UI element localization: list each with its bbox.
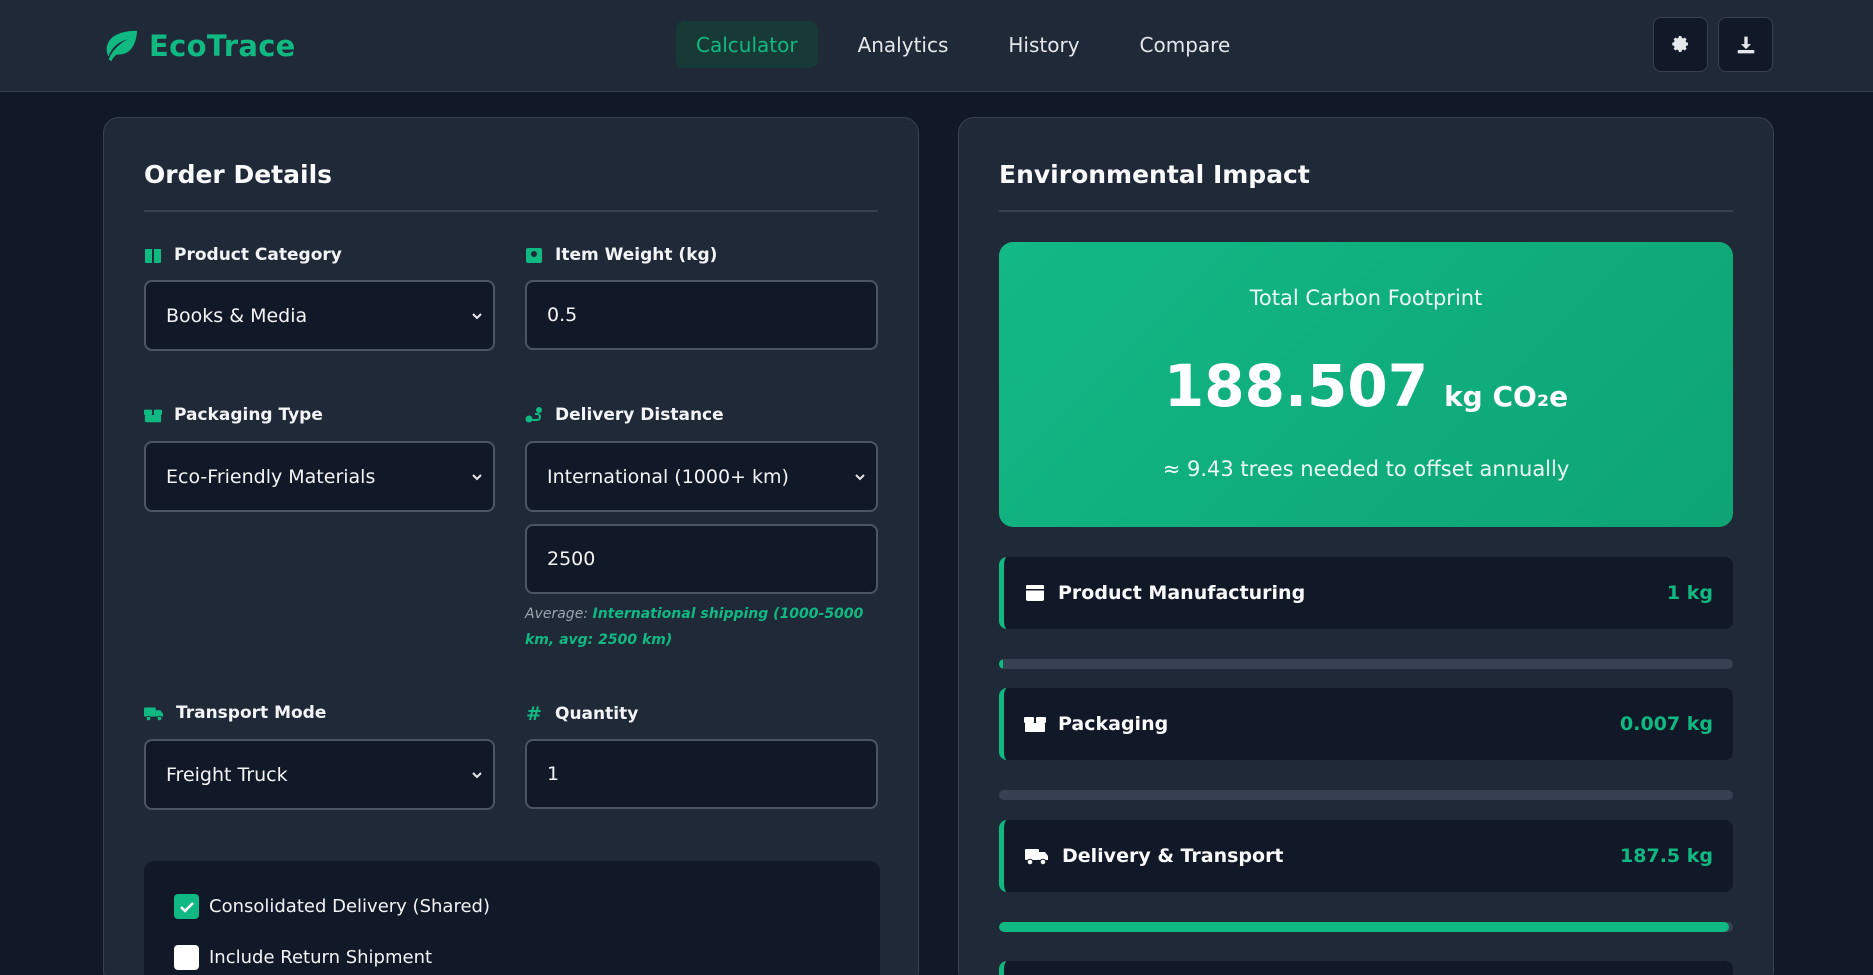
trees-offset-text: ≈ 9.43 trees needed to offset annually [1162,457,1570,481]
gift-icon [145,249,161,263]
gear-icon [1671,35,1688,52]
product-category-select[interactable]: Books & Media [144,280,495,351]
transport-progress-fill [999,922,1730,932]
settings-button[interactable] [1653,17,1708,72]
total-footprint-unit: kg CO₂e [1444,380,1569,413]
download-icon [1737,36,1754,53]
boxes-icon [144,409,162,423]
tab-analytics[interactable]: Analytics [838,21,969,68]
manufacturing-progress [999,659,1733,669]
route-icon [525,407,542,423]
breakdown-value: 187.5 kg [1620,845,1713,867]
weight-icon [526,248,542,263]
divider [144,210,878,212]
breakdown-label: Product Manufacturing [1058,582,1306,604]
main-nav: Calculator Analytics History Compare [676,21,1250,68]
manufacturing-progress-fill [999,659,1003,669]
delivery-options: Consolidated Delivery (Shared) Include R… [144,861,880,975]
option-label: Include Return Shipment [209,947,433,968]
boxes-icon [1024,717,1046,732]
chevron-down-icon [855,474,865,481]
check-icon [179,901,194,913]
truck-icon [1025,849,1048,866]
total-footprint-row: 188.507 kg CO₂e [999,352,1733,420]
quantity-input[interactable]: 1 [525,739,878,809]
leaf-icon [106,30,138,62]
packaging-progress [999,790,1733,800]
chevron-down-icon [472,772,482,779]
distance-km-input[interactable]: 2500 [525,524,878,594]
tab-history[interactable]: History [988,21,1099,68]
truck-icon [144,707,164,722]
transport-mode-label: Transport Mode [144,703,326,723]
return-shipment-option[interactable]: Include Return Shipment [174,945,432,970]
item-weight-label: Item Weight (kg) [525,245,717,265]
box-icon [1026,585,1044,601]
chevron-down-icon [472,313,482,320]
total-footprint-value: 188.507 [1163,352,1429,420]
breakdown-next [999,961,1733,975]
transport-mode-select[interactable]: Freight Truck [144,739,495,810]
item-weight-input[interactable]: 0.5 [525,280,878,350]
environmental-impact-panel: Environmental Impact Total Carbon Footpr… [958,117,1774,975]
return-shipment-checkbox[interactable] [174,945,199,970]
chevron-down-icon [472,474,482,481]
delivery-distance-select[interactable]: International (1000+ km) [525,441,878,512]
total-footprint-card: Total Carbon Footprint 188.507 kg CO₂e ≈… [999,242,1733,527]
order-details-panel: Order Details Product Category Books & M… [103,117,919,975]
breakdown-manufacturing: Product Manufacturing 1 kg [999,557,1733,629]
breakdown-label: Delivery & Transport [1062,845,1284,867]
top-navigation-bar: EcoTrace Calculator Analytics History Co… [0,0,1873,92]
quantity-label: # Quantity [526,703,639,725]
breakdown-label: Packaging [1058,713,1169,735]
panel-title: Order Details [144,160,333,189]
panel-title: Environmental Impact [999,160,1310,189]
total-footprint-label: Total Carbon Footprint [1249,286,1483,310]
consolidated-delivery-checkbox[interactable] [174,894,199,919]
delivery-distance-label: Delivery Distance [525,405,724,425]
brand-logo[interactable]: EcoTrace [101,24,296,68]
brand-name: EcoTrace [149,29,296,63]
divider [999,210,1733,212]
breakdown-transport: Delivery & Transport 187.5 kg [999,820,1733,892]
hash-icon: # [526,703,542,725]
download-button[interactable] [1718,17,1773,72]
breakdown-value: 1 kg [1666,582,1713,604]
distance-hint: Average: International shipping (1000-50… [525,606,864,648]
tab-compare[interactable]: Compare [1120,21,1251,68]
consolidated-delivery-option[interactable]: Consolidated Delivery (Shared) [174,894,490,919]
packaging-type-label: Packaging Type [144,405,323,425]
packaging-type-select[interactable]: Eco-Friendly Materials [144,441,495,512]
breakdown-packaging: Packaging 0.007 kg [999,688,1733,760]
option-label: Consolidated Delivery (Shared) [209,896,490,917]
tab-calculator[interactable]: Calculator [676,21,818,68]
breakdown-value: 0.007 kg [1620,713,1713,735]
transport-progress [999,922,1733,932]
product-category-label: Product Category [144,245,342,265]
